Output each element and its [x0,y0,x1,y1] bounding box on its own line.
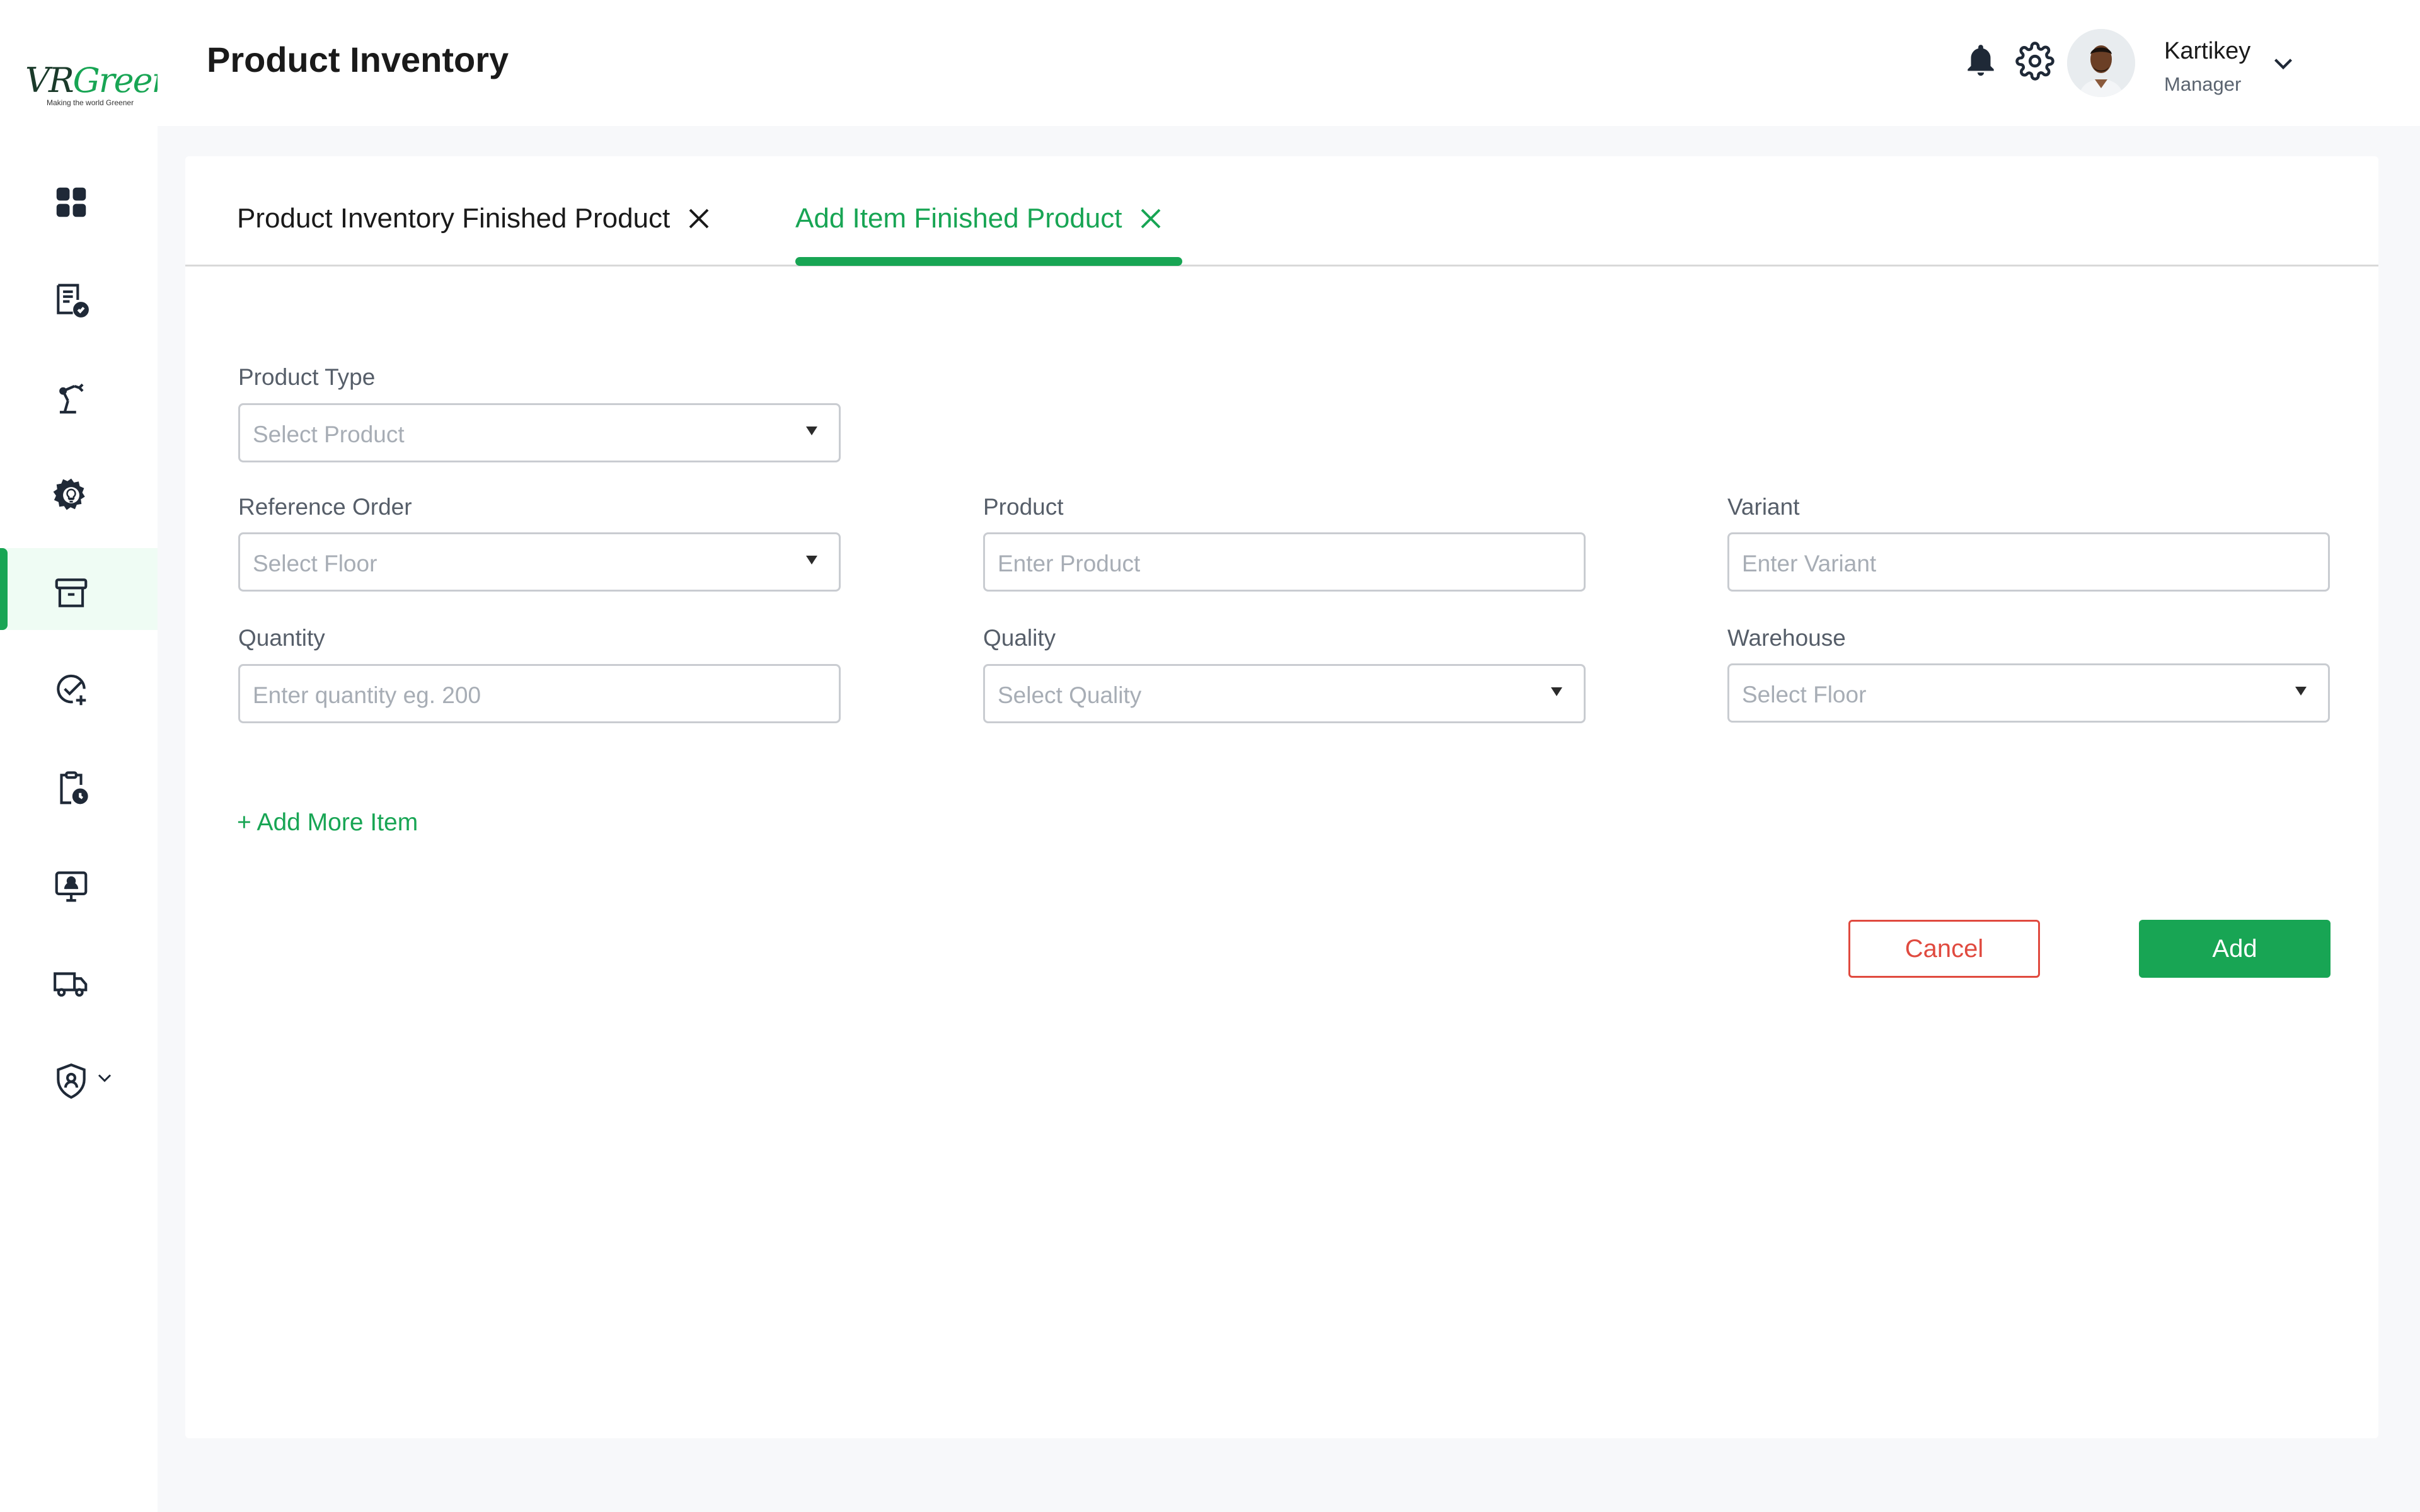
variant-input[interactable]: Enter Variant [1727,532,2330,592]
sidebar-item-logistics[interactable] [0,939,158,1021]
caret-down-icon [806,427,817,435]
sidebar: VRGreen Making the world Greener [0,0,173,1512]
form-card [185,156,2378,1438]
check-circle-plus-icon [57,674,86,706]
variant-label: Variant [1727,494,1800,520]
caret-down-icon [806,556,817,564]
sidebar-item-security[interactable] [0,1036,158,1118]
sidebar-item-quality[interactable] [0,646,158,728]
sidebar-item-employees[interactable] [0,841,158,923]
user-name: Kartikey [2164,38,2251,64]
sidebar-item-production[interactable] [0,353,158,435]
warehouse-label: Warehouse [1727,625,1846,651]
reference-order-label: Reference Order [238,494,412,520]
placeholder: Select Floor [253,551,377,576]
clipboard-clock-icon [60,771,88,805]
warehouse-select[interactable]: Select Floor [1727,663,2330,723]
sidebar-item-settings[interactable] [0,450,158,532]
close-icon[interactable] [684,203,714,234]
robot-arm-icon [59,383,84,414]
avatar[interactable] [2067,29,2135,97]
caret-down-icon [2295,687,2307,696]
monitor-user-icon [55,871,88,902]
product-type-select[interactable]: Select Product [238,403,841,462]
tab-add-item[interactable]: Add Item Finished Product [795,203,1166,234]
user-role: Manager [2164,73,2242,95]
sidebar-item-inventory[interactable] [0,548,158,630]
shield-user-icon [57,1063,86,1099]
placeholder: Enter quantity eg. 200 [253,682,481,708]
page-title: Product Inventory [207,40,509,79]
chevron-down-icon[interactable] [2267,48,2299,79]
dashboard-grid-icon [56,187,86,217]
add-more-item-link[interactable]: + Add More Item [237,809,418,837]
tabs-divider [185,265,2378,266]
user-photo-icon [2067,29,2135,97]
product-input[interactable]: Enter Product [983,532,1586,592]
logo-wordmark: VRGreen [25,60,173,100]
placeholder: Select Product [253,421,405,447]
sidebar-item-orders[interactable] [0,255,158,337]
product-label: Product [983,494,1064,520]
active-tab-indicator [795,257,1182,266]
gear-bulb-icon [53,478,85,510]
bell-icon[interactable] [1961,42,2000,81]
sidebar-item-dashboard[interactable] [0,158,158,239]
chevron-down-icon [98,1074,112,1082]
product-type-label: Product Type [238,364,376,390]
quantity-label: Quantity [238,625,325,651]
tab-label: Add Item Finished Product [795,203,1122,234]
cancel-button[interactable]: Cancel [1848,920,2040,978]
close-icon[interactable] [1136,203,1166,234]
tab-product-inventory[interactable]: Product Inventory Finished Product [237,203,714,234]
quality-label: Quality [983,625,1056,651]
tab-label: Product Inventory Finished Product [237,203,671,234]
vrgreen-logo[interactable]: VRGreen Making the world Greener [25,57,173,113]
gear-icon[interactable] [2015,42,2054,81]
placeholder: Enter Variant [1742,551,1877,576]
placeholder: Select Floor [1742,682,1867,707]
orders-checklist-icon [57,284,89,318]
caret-down-icon [1551,687,1562,696]
sidebar-item-schedule[interactable] [0,743,158,825]
reference-order-select[interactable]: Select Floor [238,532,841,592]
truck-icon [54,972,88,997]
placeholder: Select Quality [998,682,1142,708]
logo-tagline: Making the world Greener [47,98,134,107]
quality-select[interactable]: Select Quality [983,664,1586,723]
quantity-input[interactable]: Enter quantity eg. 200 [238,664,841,723]
add-button[interactable]: Add [2139,920,2331,978]
archive-box-icon [55,578,88,607]
placeholder: Enter Product [998,551,1141,576]
